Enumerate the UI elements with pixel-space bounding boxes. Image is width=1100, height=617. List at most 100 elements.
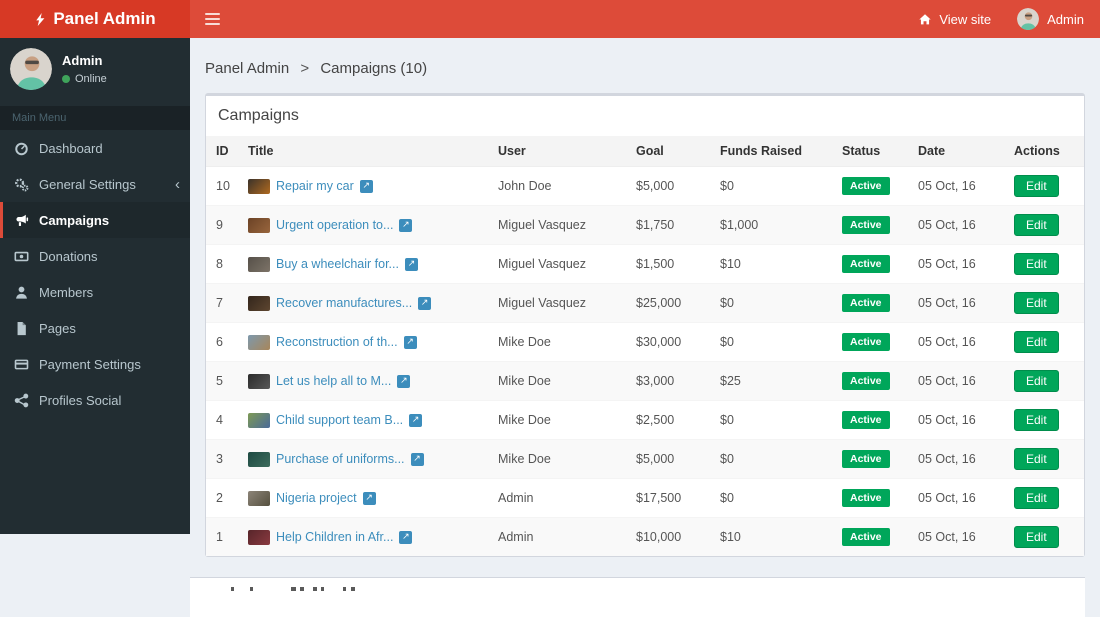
brand-title: Panel Admin: [53, 9, 156, 28]
sidebar-user-panel: Admin Online: [0, 38, 190, 102]
sidebar-item-payment-settings[interactable]: Payment Settings: [0, 346, 190, 382]
row-date: 05 Oct, 16: [908, 361, 1004, 401]
external-link-icon[interactable]: ↗: [359, 179, 373, 193]
breadcrumb: Panel Admin > Campaigns (10): [190, 38, 1100, 93]
edit-button[interactable]: Edit: [1014, 292, 1059, 314]
footer-text-fragment: [321, 587, 324, 591]
sidebar-item-pages[interactable]: Pages: [0, 310, 190, 346]
chevron-left-icon: ‹: [175, 175, 180, 193]
status-badge: Active: [842, 255, 890, 273]
external-link-icon[interactable]: ↗: [397, 374, 411, 388]
sidebar-item-campaigns[interactable]: Campaigns: [0, 202, 190, 238]
sidebar-item-label: Donations: [39, 248, 98, 264]
sidebar-user-status: Online: [62, 73, 107, 85]
campaign-title-link[interactable]: Help Children in Afr...: [276, 530, 393, 544]
campaign-thumbnail: [248, 256, 270, 272]
edit-button[interactable]: Edit: [1014, 175, 1059, 197]
sidebar-item-label: Pages: [39, 320, 76, 336]
campaign-title-link[interactable]: Let us help all to M...: [276, 374, 391, 388]
sidebar-menu: Dashboard General Settings ‹ Campaigns D…: [0, 130, 190, 418]
navbar: View site Admin: [190, 0, 1100, 38]
sidebar-item-label: General Settings: [39, 176, 136, 192]
row-user: Mike Doe: [488, 400, 626, 440]
table-row: 3 Purchase of uniforms... ↗ Mike Doe $5,…: [206, 439, 1084, 479]
edit-button[interactable]: Edit: [1014, 214, 1059, 236]
sidebar-toggle-button[interactable]: [190, 0, 234, 38]
table-row: 9 Urgent operation to... ↗ Miguel Vasque…: [206, 205, 1084, 245]
external-link-icon[interactable]: ↗: [399, 530, 413, 544]
campaign-title-link[interactable]: Urgent operation to...: [276, 218, 393, 232]
external-link-icon[interactable]: ↗: [410, 452, 424, 466]
edit-button[interactable]: Edit: [1014, 253, 1059, 275]
row-date: 05 Oct, 16: [908, 322, 1004, 362]
status-badge: Active: [842, 216, 890, 234]
sidebar-item-general-settings[interactable]: General Settings ‹: [0, 166, 190, 202]
row-id: 6: [206, 322, 238, 362]
table-row: 1 Help Children in Afr... ↗ Admin $10,00…: [206, 517, 1084, 556]
edit-button[interactable]: Edit: [1014, 370, 1059, 392]
sidebar-item-label: Campaigns: [39, 212, 110, 228]
edit-button[interactable]: Edit: [1014, 331, 1059, 353]
view-site-link[interactable]: View site: [918, 12, 991, 27]
campaign-thumbnail: [248, 373, 270, 389]
row-funds: $0: [710, 400, 832, 440]
status-badge: Active: [842, 528, 890, 546]
edit-button[interactable]: Edit: [1014, 448, 1059, 470]
column-header-date: Date: [908, 136, 1004, 167]
sidebar-item-label: Dashboard: [39, 140, 103, 156]
campaign-thumbnail: [248, 178, 270, 194]
external-link-icon[interactable]: ↗: [404, 257, 418, 271]
edit-button[interactable]: Edit: [1014, 526, 1059, 548]
sidebar-item-dashboard[interactable]: Dashboard: [0, 130, 190, 166]
edit-button[interactable]: Edit: [1014, 487, 1059, 509]
campaign-title-link[interactable]: Nigeria project: [276, 491, 357, 505]
row-funds: $10: [710, 244, 832, 284]
campaign-title-link[interactable]: Purchase of uniforms...: [276, 452, 405, 466]
row-funds: $1,000: [710, 205, 832, 245]
status-badge: Active: [842, 411, 890, 429]
view-site-label: View site: [939, 11, 992, 27]
table-row: 10 Repair my car ↗ John Doe $5,000 $0 Ac…: [206, 166, 1084, 206]
campaign-thumbnail: [248, 295, 270, 311]
row-date: 05 Oct, 16: [908, 205, 1004, 245]
campaign-thumbnail: [248, 529, 270, 545]
status-badge: Active: [842, 489, 890, 507]
footer-text-fragment: [300, 587, 304, 591]
campaign-title-link[interactable]: Recover manufactures...: [276, 296, 412, 310]
external-link-icon[interactable]: ↗: [418, 296, 432, 310]
row-funds: $25: [710, 361, 832, 401]
edit-button[interactable]: Edit: [1014, 409, 1059, 431]
column-header-goal: Goal: [626, 136, 710, 167]
brand-logo[interactable]: Panel Admin: [0, 0, 190, 38]
row-id: 8: [206, 244, 238, 284]
external-link-icon[interactable]: ↗: [409, 413, 423, 427]
external-link-icon[interactable]: ↗: [362, 491, 376, 505]
row-goal: $3,000: [626, 361, 710, 401]
row-funds: $0: [710, 166, 832, 206]
status-badge: Active: [842, 333, 890, 351]
money-icon: [13, 248, 29, 264]
campaign-title-link[interactable]: Reconstruction of th...: [276, 335, 398, 349]
campaign-title-link[interactable]: Child support team B...: [276, 413, 403, 427]
external-link-icon[interactable]: ↗: [403, 335, 417, 349]
row-user: Admin: [488, 478, 626, 518]
sidebar-item-donations[interactable]: Donations: [0, 238, 190, 274]
row-user: Miguel Vasquez: [488, 244, 626, 284]
navbar-user-menu[interactable]: Admin: [1017, 8, 1084, 30]
row-id: 2: [206, 478, 238, 518]
row-goal: $10,000: [626, 517, 710, 556]
dashboard-icon: [13, 140, 29, 156]
share-icon: [13, 392, 29, 408]
sidebar-item-profiles-social[interactable]: Profiles Social: [0, 382, 190, 418]
campaign-title-link[interactable]: Buy a wheelchair for...: [276, 257, 399, 271]
external-link-icon[interactable]: ↗: [399, 218, 413, 232]
status-badge: Active: [842, 450, 890, 468]
sidebar-item-members[interactable]: Members: [0, 274, 190, 310]
row-user: Mike Doe: [488, 322, 626, 362]
column-header-id: ID: [206, 136, 238, 167]
breadcrumb-root[interactable]: Panel Admin: [205, 60, 289, 77]
campaigns-table-body: 10 Repair my car ↗ John Doe $5,000 $0 Ac…: [206, 166, 1084, 556]
row-id: 4: [206, 400, 238, 440]
column-header-actions: Actions: [1004, 136, 1084, 167]
campaign-title-link[interactable]: Repair my car: [276, 179, 354, 193]
